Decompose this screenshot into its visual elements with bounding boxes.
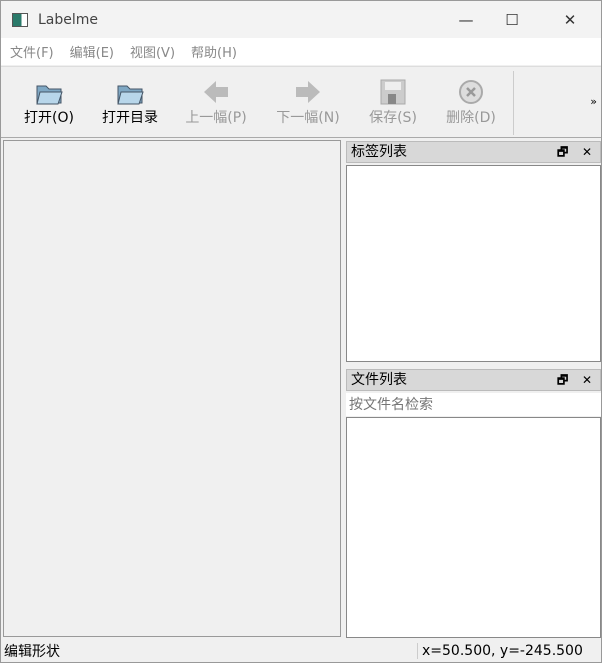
image-canvas[interactable] [3, 140, 341, 637]
prev-image-button[interactable]: 上一幅(P) [181, 77, 251, 127]
menu-bar: 文件(F) 编辑(E) 视图(V) 帮助(H) [1, 38, 601, 65]
close-dock-icon[interactable]: ✕ [582, 370, 592, 390]
delete-circle-icon [441, 77, 501, 107]
minimize-button[interactable]: — [443, 1, 489, 38]
close-button[interactable]: ✕ [547, 1, 593, 38]
status-coords: x=50.500, y=-245.500 [417, 643, 583, 659]
status-bar: 编辑形状 x=50.500, y=-245.500 [1, 639, 601, 663]
folder-open-icon [19, 77, 79, 107]
file-search-input[interactable] [346, 393, 601, 416]
float-dock-icon[interactable]: 🗗 [557, 370, 568, 390]
app-icon [12, 12, 28, 27]
toolbar-overflow-button[interactable]: » [590, 95, 597, 108]
floppy-disk-icon [363, 77, 423, 107]
next-image-button[interactable]: 下一幅(N) [273, 77, 343, 127]
arrow-left-icon [181, 77, 251, 107]
menu-edit[interactable]: 编辑(E) [70, 42, 114, 61]
folder-open-icon [97, 77, 163, 107]
menu-help[interactable]: 帮助(H) [191, 42, 237, 61]
toolbar-separator [513, 71, 514, 135]
open-button[interactable]: 打开(O) [19, 77, 79, 127]
float-dock-icon[interactable]: 🗗 [557, 142, 568, 162]
file-list[interactable] [346, 417, 601, 638]
menu-view[interactable]: 视图(V) [130, 42, 175, 61]
label-list[interactable] [346, 165, 601, 362]
toolbar: 打开(O) 打开目录 上一幅(P) 下一幅(N) 保存(S) 删除(D) » [1, 66, 601, 138]
status-mode: 编辑形状 [4, 644, 60, 660]
window-title: Labelme [38, 11, 99, 28]
close-dock-icon[interactable]: ✕ [582, 142, 592, 162]
title-bar: Labelme — ☐ ✕ [1, 1, 601, 38]
file-list-dock-title: 文件列表 🗗 ✕ [346, 369, 601, 391]
open-dir-button[interactable]: 打开目录 [97, 77, 163, 127]
menu-file[interactable]: 文件(F) [10, 42, 54, 61]
save-button[interactable]: 保存(S) [363, 77, 423, 127]
delete-button[interactable]: 删除(D) [441, 77, 501, 127]
label-list-dock-title: 标签列表 🗗 ✕ [346, 141, 601, 163]
maximize-button[interactable]: ☐ [489, 1, 535, 38]
arrow-right-icon [273, 77, 343, 107]
